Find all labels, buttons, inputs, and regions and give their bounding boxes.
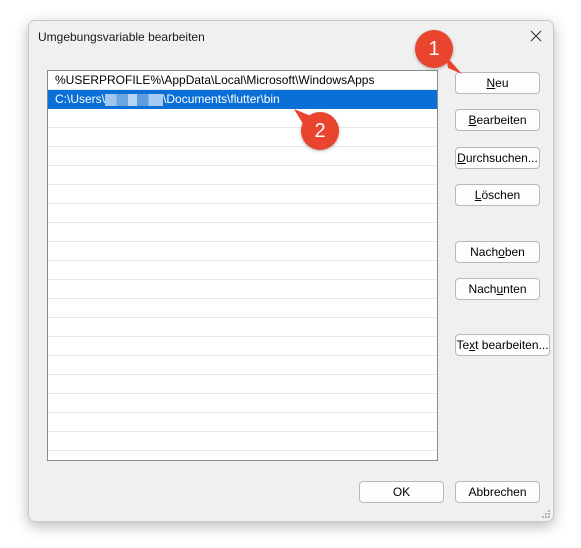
empty-row[interactable] [48, 166, 437, 185]
path-suffix: \Documents\flutter\bin [163, 92, 280, 106]
list-item-selected[interactable]: C:\Users\ \Documents\flutter\bin [48, 90, 437, 109]
empty-row[interactable] [48, 318, 437, 337]
edit-env-variable-dialog: Umgebungsvariable bearbeiten %USERPROFIL… [28, 20, 554, 522]
empty-row[interactable] [48, 261, 437, 280]
edit-text-button[interactable]: Te x t bearbeiten... [455, 334, 550, 356]
empty-row[interactable] [48, 356, 437, 375]
close-icon [530, 30, 542, 42]
empty-row[interactable] [48, 109, 437, 128]
annotation-pointer-2 [294, 109, 311, 124]
empty-row[interactable] [48, 280, 437, 299]
empty-row[interactable] [48, 185, 437, 204]
empty-row[interactable] [48, 413, 437, 432]
dialog-title: Umgebungsvariable bearbeiten [38, 30, 205, 44]
empty-row[interactable] [48, 128, 437, 147]
empty-row[interactable] [48, 432, 437, 451]
empty-row[interactable] [48, 337, 437, 356]
resize-grip-icon[interactable] [541, 509, 551, 519]
close-button[interactable] [521, 23, 551, 49]
path-list[interactable]: %USERPROFILE%\AppData\Local\Microsoft\Wi… [47, 70, 438, 461]
delete-button[interactable]: Löschen [455, 184, 540, 206]
empty-row[interactable] [48, 375, 437, 394]
empty-row[interactable] [48, 204, 437, 223]
path-prefix: C:\Users\ [55, 92, 106, 106]
path-text: %USERPROFILE%\AppData\Local\Microsoft\Wi… [55, 73, 375, 87]
annotation-pointer-1 [446, 56, 462, 74]
edit-button[interactable]: Bearbeiten [455, 109, 540, 131]
new-button[interactable]: Neu [455, 72, 540, 94]
move-down-button[interactable]: Nach u nten [455, 278, 540, 300]
browse-button[interactable]: Durchsuchen... [455, 147, 540, 169]
list-item[interactable]: %USERPROFILE%\AppData\Local\Microsoft\Wi… [48, 71, 437, 90]
empty-row[interactable] [48, 147, 437, 166]
empty-row[interactable] [48, 394, 437, 413]
empty-row[interactable] [48, 299, 437, 318]
empty-row[interactable] [48, 242, 437, 261]
ok-button[interactable]: OK [359, 481, 444, 503]
move-up-button[interactable]: Nach o ben [455, 241, 540, 263]
empty-row[interactable] [48, 223, 437, 242]
redacted-username [105, 93, 164, 106]
cancel-button[interactable]: Abbrechen [455, 481, 540, 503]
